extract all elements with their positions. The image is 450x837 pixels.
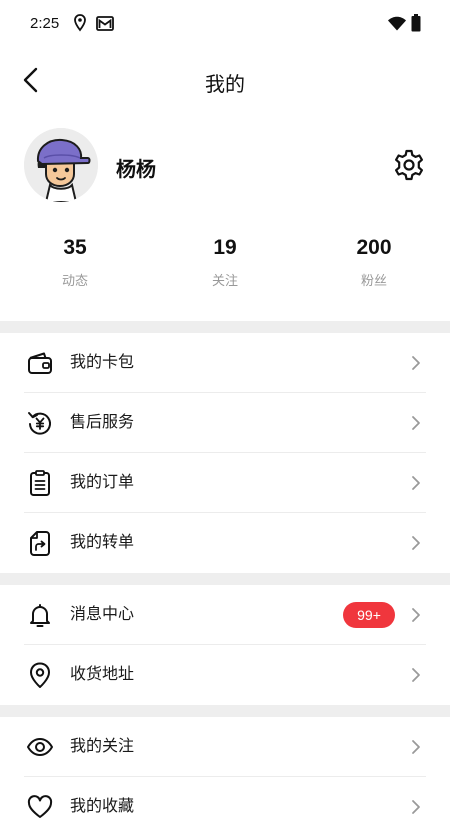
menu-item-label: 我的订单: [70, 474, 135, 491]
refund-yen-icon: [28, 412, 51, 435]
chevron-right-icon: [412, 416, 420, 430]
gmail-icon: [96, 16, 114, 31]
chevron-right-icon: [412, 668, 420, 682]
eye-icon: [27, 738, 53, 756]
chevron-right-icon: [412, 608, 420, 622]
section-divider: [0, 705, 450, 717]
location-icon: [74, 14, 86, 32]
clipboard-list-icon: [30, 470, 50, 496]
battery-icon: [411, 14, 421, 32]
nav-bar: 我的: [0, 52, 450, 108]
chevron-right-icon: [412, 536, 420, 550]
stat-following-label: 关注: [211, 273, 238, 288]
menu-item-label: 消息中心: [70, 606, 135, 623]
cartoon-avatar-icon: [24, 128, 98, 202]
menu-item-label: 售后服务: [70, 414, 135, 431]
chevron-right-icon: [412, 740, 420, 754]
menu-item-label: 我的关注: [70, 738, 135, 755]
menu-item-messages[interactable]: 消息中心 99+: [0, 585, 450, 645]
menu-item-orders[interactable]: 我的订单: [0, 453, 450, 513]
heart-icon: [27, 795, 53, 818]
status-time: 2:25: [30, 15, 60, 32]
stat-posts-label: 动态: [61, 273, 88, 288]
avatar[interactable]: [24, 128, 98, 202]
location-pin-icon: [30, 662, 50, 688]
menu-item-label: 收货地址: [70, 666, 135, 683]
settings-button[interactable]: [392, 148, 426, 182]
menu-item-label: 我的卡包: [70, 354, 135, 371]
wallet-icon: [28, 352, 52, 374]
username[interactable]: 杨杨: [116, 153, 156, 182]
status-bar: 2:25: [0, 0, 450, 48]
stat-following-value: 19: [213, 236, 237, 259]
stat-following[interactable]: 19 关注: [165, 232, 285, 289]
menu-item-following[interactable]: 我的关注: [0, 717, 450, 777]
menu-item-transfers[interactable]: 我的转单: [0, 513, 450, 573]
page-title: 我的: [205, 74, 245, 96]
menu-item-label: 我的收藏: [70, 798, 135, 815]
bell-icon: [30, 604, 50, 627]
transfer-document-icon: [30, 531, 50, 556]
menu-item-address[interactable]: 收货地址: [0, 645, 450, 705]
stat-followers-value: 200: [356, 236, 392, 259]
stat-posts-value: 35: [63, 236, 87, 259]
chevron-right-icon: [412, 356, 420, 370]
section-divider: [0, 573, 450, 585]
chevron-right-icon: [412, 476, 420, 490]
menu-item-card-wallet[interactable]: 我的卡包: [0, 333, 450, 393]
menu-item-after-sales[interactable]: 售后服务: [0, 393, 450, 453]
unread-badge: 99+: [343, 602, 395, 628]
gear-icon: [395, 149, 423, 181]
menu-item-favorites[interactable]: 我的收藏: [0, 777, 450, 837]
chevron-right-icon: [412, 800, 420, 814]
stat-followers-label: 粉丝: [360, 273, 387, 288]
stat-followers[interactable]: 200 粉丝: [314, 232, 434, 289]
wifi-icon: [388, 16, 406, 31]
menu-item-label: 我的转单: [70, 534, 135, 551]
section-divider: [0, 321, 450, 333]
stat-posts[interactable]: 35 动态: [15, 232, 135, 289]
